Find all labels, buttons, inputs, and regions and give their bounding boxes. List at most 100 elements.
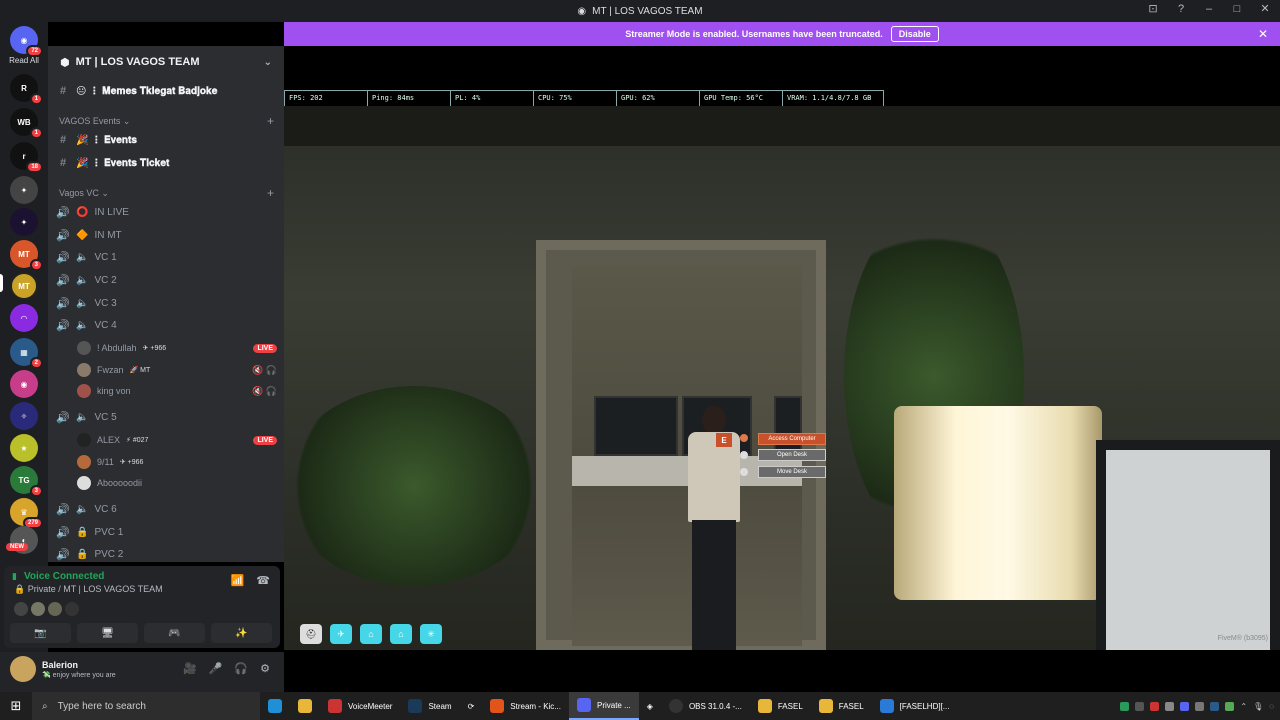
text-channel-events[interactable]: # 🎉 ⋮ 𝐄𝐯𝐞𝐧𝐭𝐬 bbox=[56, 130, 276, 150]
taskbar-voicemeeter[interactable]: VoiceMeeter bbox=[320, 692, 400, 720]
category-vagos-vc[interactable]: Vagos VC ⌄ + bbox=[59, 186, 274, 200]
user-avatar[interactable] bbox=[10, 656, 36, 682]
noise-suppression-icon[interactable]: 📶 bbox=[231, 574, 245, 587]
user-name[interactable]: Balerion bbox=[42, 660, 78, 670]
category-vagos-events[interactable]: VAGOS Events ⌄ + bbox=[59, 114, 274, 128]
taskbar-image[interactable]: [FASELHD][... bbox=[872, 692, 958, 720]
voice-channel-path[interactable]: 🔒 Private / MT | LOS VAGOS TEAM bbox=[14, 584, 163, 595]
taskbar-brave[interactable]: Stream - Kic... bbox=[482, 692, 569, 720]
taskbar-folder[interactable]: FASEL bbox=[750, 692, 811, 720]
notification-icon[interactable]: ◌ bbox=[1269, 702, 1274, 711]
server-icon[interactable]: ✦ bbox=[10, 208, 38, 236]
activity-button[interactable]: 🎮 bbox=[144, 623, 205, 643]
folder-icon bbox=[757, 699, 772, 713]
chevron-up-icon[interactable]: ⌃ bbox=[1240, 702, 1247, 711]
voice-channel-vc2[interactable]: 🔊 🔈 VC 2 bbox=[56, 270, 276, 290]
avatar[interactable] bbox=[48, 602, 62, 616]
camera-button[interactable]: 📷 bbox=[10, 623, 71, 643]
screen-share-button[interactable]: 🖥 bbox=[77, 623, 138, 643]
taskbar-steam[interactable]: Steam bbox=[400, 692, 459, 720]
maximize-button[interactable]: □ bbox=[1230, 3, 1244, 15]
live-badge: LIVE bbox=[253, 343, 277, 353]
help-icon[interactable]: ? bbox=[1174, 3, 1188, 15]
server-icon[interactable]: ◠ bbox=[10, 304, 38, 332]
settings-gear-icon[interactable]: ⚙ bbox=[260, 662, 270, 675]
tray-app-icon[interactable] bbox=[1180, 701, 1190, 711]
microphone-icon[interactable]: 🎙 bbox=[1253, 702, 1263, 711]
tray-app-icon[interactable] bbox=[1165, 701, 1175, 711]
taskbar-obs[interactable]: OBS 31.0.4 -... bbox=[661, 692, 750, 720]
server-icon[interactable]: WB 1 bbox=[10, 108, 43, 139]
voice-channel-pvc2[interactable]: 🔊 🔒 PVC 2 bbox=[56, 544, 276, 564]
camera-off-icon[interactable]: 🎥 bbox=[183, 662, 197, 675]
server-icon[interactable]: ★ bbox=[10, 434, 38, 462]
server-icon[interactable]: r 18 bbox=[10, 142, 43, 173]
server-icon[interactable]: ◉ bbox=[10, 370, 38, 398]
avatar[interactable] bbox=[14, 602, 28, 616]
add-channel-icon[interactable]: + bbox=[267, 186, 274, 200]
voice-user[interactable]: Abooooodii bbox=[77, 474, 277, 492]
voice-user[interactable]: ALEX ⚡ #027 LIVE bbox=[77, 431, 277, 449]
add-channel-icon[interactable]: + bbox=[267, 114, 274, 128]
access-computer-option[interactable]: Access Computer bbox=[758, 433, 826, 445]
file-explorer-icon[interactable] bbox=[290, 692, 320, 720]
voice-channel-vc3[interactable]: 🔊 🔈 VC 3 bbox=[56, 293, 276, 313]
soundboard-button[interactable]: ✨ bbox=[211, 623, 272, 643]
server-icon-active[interactable]: MT bbox=[10, 272, 38, 300]
tray-app-icon[interactable] bbox=[1150, 701, 1160, 711]
voice-user[interactable]: king von 🔇 🎧 bbox=[77, 382, 277, 400]
voice-channel-in-mt[interactable]: 🔊 🔶 IN MT bbox=[56, 225, 276, 245]
read-all-button[interactable]: Read All bbox=[0, 56, 48, 65]
disconnect-icon[interactable]: ☎ bbox=[256, 574, 270, 587]
inbox-icon[interactable]: ⊡ bbox=[1146, 2, 1160, 15]
chevron-down-icon[interactable]: ⌄ bbox=[264, 57, 272, 68]
windows-start-icon[interactable]: ⊞ bbox=[0, 698, 32, 714]
edge-icon[interactable] bbox=[260, 692, 290, 720]
voice-channel-vc6[interactable]: 🔊 🔈 VC 6 bbox=[56, 499, 276, 519]
voice-channel-vc4[interactable]: 🔊 🔈 VC 4 bbox=[56, 315, 276, 335]
close-button[interactable]: ✕ bbox=[1258, 2, 1272, 15]
tray-app-icon[interactable] bbox=[1120, 701, 1130, 711]
voice-channel-vc1[interactable]: 🔊 🔈 VC 1 bbox=[56, 247, 276, 267]
channel-emoji-icon: 🔈 bbox=[76, 274, 89, 286]
tray-app-icon[interactable] bbox=[1225, 701, 1235, 711]
voicemeeter-icon bbox=[328, 699, 342, 713]
text-channel-events-ticket[interactable]: # 🎉 ⋮ 𝐄𝐯𝐞𝐧𝐭𝐬 𝐓𝐢𝐜𝐤𝐞𝐭 bbox=[56, 153, 276, 173]
taskbar-discord[interactable]: Private ... bbox=[568, 692, 639, 720]
server-icon[interactable]: MT 3 bbox=[10, 240, 43, 271]
voice-status[interactable]: Voice Connected bbox=[24, 571, 104, 582]
server-header[interactable]: ⬢ MT | LOS VAGOS TEAM ⌄ bbox=[48, 46, 284, 78]
refresh-app-icon[interactable]: ⟳ bbox=[460, 692, 483, 720]
voice-channel-pvc1[interactable]: 🔊 🔒 PVC 1 bbox=[56, 522, 276, 542]
server-icon[interactable]: TG 3 bbox=[10, 466, 43, 497]
tray-app-icon[interactable] bbox=[1135, 701, 1145, 711]
open-desk-option[interactable]: Open Desk bbox=[758, 449, 826, 461]
server-icon[interactable]: ▦ 2 bbox=[10, 338, 43, 369]
avatar[interactable] bbox=[31, 602, 45, 616]
server-icon[interactable]: ♛ 279 bbox=[10, 498, 43, 529]
taskbar-label: Stream - Kic... bbox=[510, 701, 561, 711]
minimize-button[interactable]: – bbox=[1202, 3, 1216, 15]
voice-channel-vc5[interactable]: 🔊 🔈 VC 5 bbox=[56, 407, 276, 427]
banner-close-icon[interactable]: ✕ bbox=[1258, 27, 1268, 41]
voice-user[interactable]: ! Abdullah ✈ +966 LIVE bbox=[77, 339, 277, 357]
voice-user[interactable]: Fwzan 🚀 MT 🔇 🎧 bbox=[77, 361, 277, 379]
text-channel-memes[interactable]: # 😐 ⋮ 𝐌𝐞𝐦𝐞𝐬 𝐓𝐤𝐥𝐞𝐠𝐚𝐭 𝐁𝐚𝐝𝐣𝐨𝐤𝐞 bbox=[56, 81, 276, 101]
avatar[interactable] bbox=[65, 602, 79, 616]
game-view[interactable]: FPS: 202 Ping: 84ms PL: 4% CPU: 75% GPU:… bbox=[284, 46, 1280, 650]
server-icon[interactable]: ✧ bbox=[10, 402, 38, 430]
taskbar-search[interactable]: ⌕ Type here to search bbox=[32, 692, 260, 720]
headphones-icon[interactable]: 🎧 bbox=[234, 662, 248, 675]
disable-streamer-mode-button[interactable]: Disable bbox=[890, 26, 939, 42]
discord-home-icon[interactable]: ◉ 72 bbox=[10, 26, 43, 57]
move-desk-option[interactable]: Move Desk bbox=[758, 466, 826, 478]
tray-app-icon[interactable] bbox=[1195, 701, 1205, 711]
taskbar-folder[interactable]: FASEL bbox=[811, 692, 872, 720]
server-icon[interactable]: ✦ bbox=[10, 176, 38, 204]
fivem-app-icon[interactable]: ◈ bbox=[639, 692, 661, 720]
mic-icon[interactable]: 🎤 bbox=[209, 662, 223, 675]
server-icon[interactable]: R1 bbox=[10, 74, 43, 105]
voice-user[interactable]: 9/11 ✈ +966 bbox=[77, 453, 277, 471]
tray-app-icon[interactable] bbox=[1210, 701, 1220, 711]
voice-channel-in-live[interactable]: 🔊 ⭕ IN LIVE bbox=[56, 202, 276, 222]
